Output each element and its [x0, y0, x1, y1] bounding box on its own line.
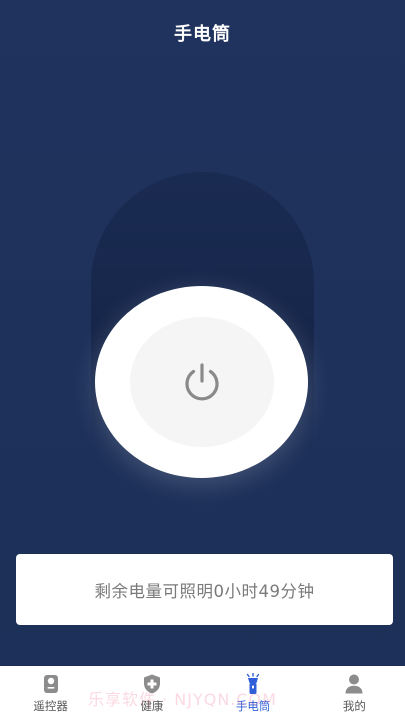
flashlight-power-button[interactable] [95, 286, 308, 478]
title-bar: 手电筒 [0, 0, 405, 66]
tab-health-label: 健康 [140, 698, 164, 713]
battery-status-card: 剩余电量可照明0小时49分钟 [16, 554, 393, 625]
tab-flashlight[interactable]: 手电筒 [213, 666, 293, 720]
tab-remote[interactable]: 遥控器 [11, 666, 91, 720]
tab-profile-label: 我的 [342, 698, 366, 713]
power-icon [184, 363, 219, 401]
tab-profile[interactable]: 我的 [314, 666, 394, 720]
flashlight-screen: 手电筒 剩余电量可照明0小时49分钟 遥控器 健康 手电筒 我的 乐享软件 · … [0, 0, 405, 720]
flashlight-icon [246, 672, 260, 694]
tab-flashlight-label: 手电筒 [235, 698, 271, 713]
health-shield-icon [143, 674, 160, 693]
page-title: 手电筒 [174, 24, 231, 45]
profile-icon [345, 674, 363, 693]
tab-remote-label: 遥控器 [33, 698, 68, 713]
power-button-inner [129, 317, 274, 447]
tab-health[interactable]: 健康 [112, 666, 192, 720]
battery-status-text: 剩余电量可照明0小时49分钟 [94, 581, 315, 601]
remote-icon [43, 674, 58, 693]
bottom-tab-bar: 遥控器 健康 手电筒 我的 [0, 666, 405, 720]
